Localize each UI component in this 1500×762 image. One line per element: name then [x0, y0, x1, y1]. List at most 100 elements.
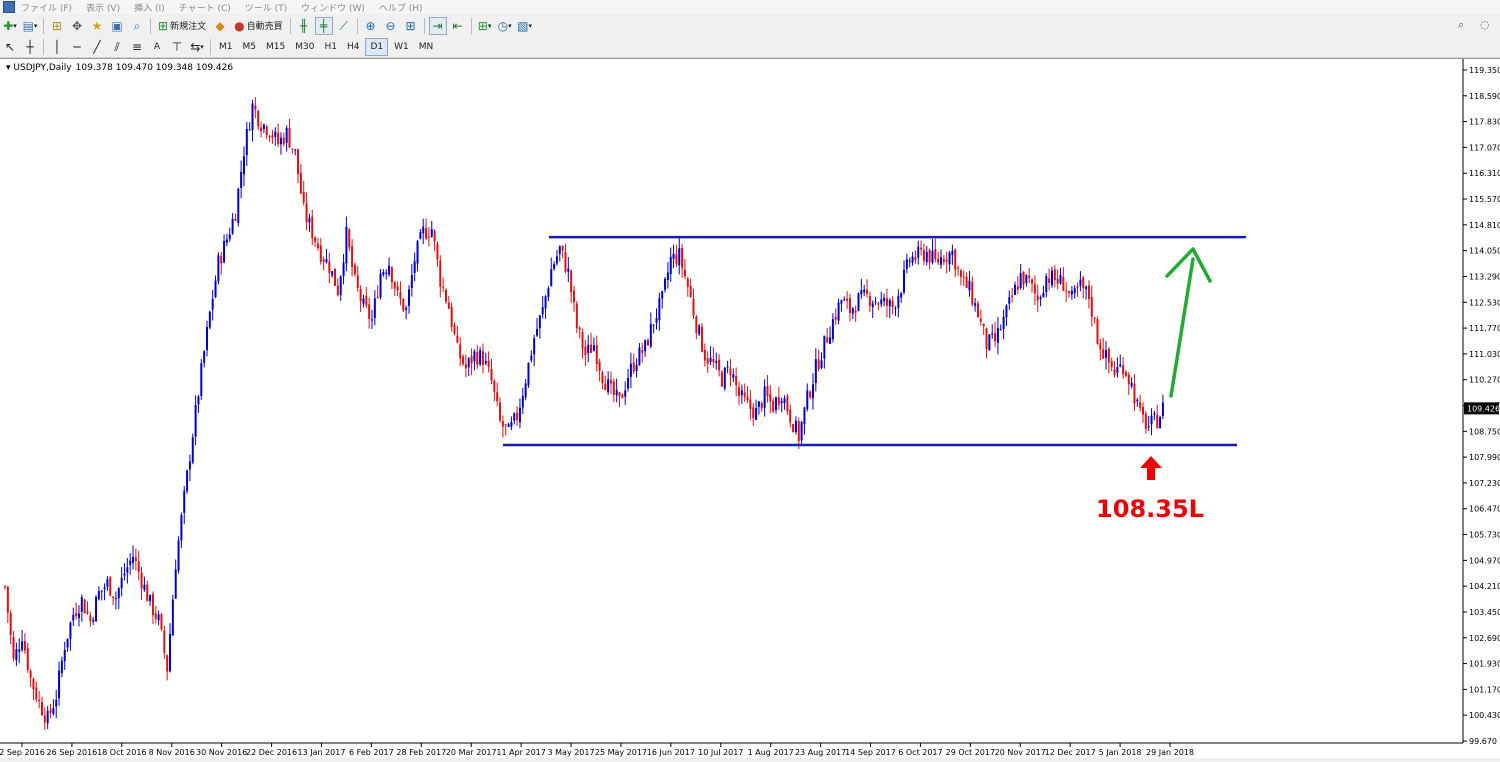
- indicators-button[interactable]: ⊞ ▾: [476, 17, 494, 35]
- text-tool-label: A: [153, 42, 161, 52]
- metaeditor-button[interactable]: ◆: [211, 17, 229, 35]
- candle-body: [874, 301, 877, 303]
- text-label-button[interactable]: ⊤: [168, 38, 186, 56]
- candle-body: [831, 319, 834, 340]
- trendline-button[interactable]: ╱: [88, 38, 106, 56]
- candle-body: [1150, 415, 1153, 425]
- menu-file[interactable]: ファイル (F): [21, 1, 72, 14]
- auto-scroll-button[interactable]: ⇥: [428, 16, 447, 35]
- time-tick-label: 23 Aug 2017: [795, 748, 846, 757]
- profiles-button[interactable]: ▤ ▾: [21, 17, 39, 35]
- menu-window[interactable]: ウィンドウ (W): [301, 1, 365, 14]
- bar-chart-button[interactable]: ╫: [295, 17, 313, 35]
- vertical-line-button[interactable]: │: [48, 38, 66, 56]
- strategy-tester-button[interactable]: ⌕: [128, 17, 146, 35]
- cursor-icon: ↖: [4, 40, 16, 54]
- templates-button[interactable]: ▧ ▾: [516, 17, 534, 35]
- channel-button[interactable]: ⫽: [108, 38, 126, 56]
- candle-body: [709, 357, 712, 363]
- candle-body: [920, 247, 923, 250]
- line-chart-button[interactable]: ⟋: [335, 17, 353, 35]
- candle-body: [945, 260, 948, 262]
- standard-toolbar: ✚ ▾ ▤ ▾ ⊞ ✥ ★ ▣ ⌕ ⊞ 新規注文 ◆ ● 自動売買 ╫ ╪ ⟋ ⊕ ⊖ …: [0, 14, 1500, 38]
- zoom-out-icon: ⊖: [385, 18, 396, 33]
- candle-body: [92, 619, 95, 622]
- timeframe-m5[interactable]: M5: [239, 38, 261, 56]
- timeframe-mn[interactable]: MN: [415, 38, 438, 56]
- new-order-button[interactable]: ⊞ 新規注文: [155, 17, 209, 35]
- new-order-icon: ⊞: [158, 18, 169, 33]
- menu-insert[interactable]: 挿入 (I): [134, 1, 165, 14]
- periods-button[interactable]: ◷ ▾: [496, 17, 514, 35]
- menu-help[interactable]: ヘルプ (H): [379, 1, 423, 14]
- price-chart[interactable]: 119.350 118.590 117.830 117.070 116.310 115.5…: [0, 59, 1500, 759]
- chart-window[interactable]: 119.350 118.590 117.830 117.070 116.310 115.5…: [0, 58, 1500, 758]
- candle-body: [331, 271, 334, 276]
- timeframe-h4[interactable]: H4: [343, 38, 364, 56]
- candle-body: [248, 129, 251, 131]
- candle-body: [334, 268, 337, 286]
- arrows-button[interactable]: ⇆ ▾: [188, 38, 206, 56]
- candle-body: [271, 135, 274, 138]
- candle-body: [459, 344, 462, 359]
- timeframe-m30[interactable]: M30: [291, 38, 318, 56]
- candle-body: [205, 326, 208, 351]
- candle-body: [157, 614, 160, 621]
- candle-body: [794, 420, 797, 433]
- data-window-button[interactable]: ✥: [68, 17, 86, 35]
- candle-body: [1096, 319, 1099, 344]
- zoom-in-button[interactable]: ⊕: [362, 17, 380, 35]
- candle-body: [846, 298, 849, 301]
- candle-body: [940, 257, 943, 265]
- candle-body: [456, 335, 459, 343]
- timeframe-w1[interactable]: W1: [390, 38, 413, 56]
- tile-windows-button[interactable]: ⊞: [402, 17, 420, 35]
- candle-body: [38, 699, 41, 701]
- timeframe-m1[interactable]: M1: [215, 38, 237, 56]
- candle-body: [814, 359, 817, 384]
- candle-body: [800, 422, 803, 441]
- candle-body: [1062, 277, 1065, 291]
- menu-chart[interactable]: チャート (C): [179, 1, 231, 14]
- chart-shift-icon: ⇤: [452, 18, 463, 33]
- market-watch-button[interactable]: ⊞: [48, 17, 66, 35]
- candle-body: [134, 557, 137, 561]
- horizontal-line-button[interactable]: ─: [68, 38, 86, 56]
- candle-body: [234, 219, 237, 221]
- candle-body: [1079, 279, 1082, 286]
- candle-body: [77, 613, 80, 619]
- menu-tools[interactable]: ツール (T): [245, 1, 287, 14]
- text-button[interactable]: A: [148, 38, 166, 56]
- navigator-button[interactable]: ★: [88, 17, 106, 35]
- crosshair-button[interactable]: ┼: [21, 38, 39, 56]
- candle-body: [1153, 413, 1156, 415]
- candle-body: [180, 515, 183, 541]
- timeframe-d1[interactable]: D1: [365, 38, 389, 56]
- time-tick-label: 28 Feb 2017: [396, 748, 446, 757]
- zoom-out-button[interactable]: ⊖: [382, 17, 400, 35]
- candle-body: [371, 319, 374, 321]
- candle-body: [362, 298, 365, 304]
- cursor-button[interactable]: ↖: [1, 38, 19, 56]
- terminal-button[interactable]: ▣: [108, 17, 126, 35]
- auto-trading-button[interactable]: ● 自動売買: [231, 17, 286, 35]
- chat-icon[interactable]: ◌: [1480, 18, 1490, 31]
- time-tick-label: 12 Dec 2017: [1045, 748, 1096, 757]
- new-chart-button[interactable]: ✚ ▾: [1, 17, 19, 35]
- candle-body: [1093, 317, 1096, 319]
- candle-body: [1053, 269, 1056, 281]
- timeframe-h1[interactable]: H1: [320, 38, 341, 56]
- chart-shift-button[interactable]: ⇤: [449, 17, 467, 35]
- candle-body: [740, 390, 743, 396]
- candle-body: [618, 392, 621, 396]
- candle-body: [718, 359, 721, 371]
- fibonacci-button[interactable]: ≡: [128, 38, 146, 56]
- timeframe-m15[interactable]: M15: [262, 38, 289, 56]
- candle-body: [922, 249, 925, 261]
- menu-view[interactable]: 表示 (V): [86, 1, 120, 14]
- candle-body: [311, 216, 314, 239]
- candle-body: [325, 258, 328, 263]
- candle-body: [524, 383, 527, 398]
- candlestick-button[interactable]: ╪: [314, 16, 333, 35]
- search-icon[interactable]: ⌕: [1458, 18, 1464, 32]
